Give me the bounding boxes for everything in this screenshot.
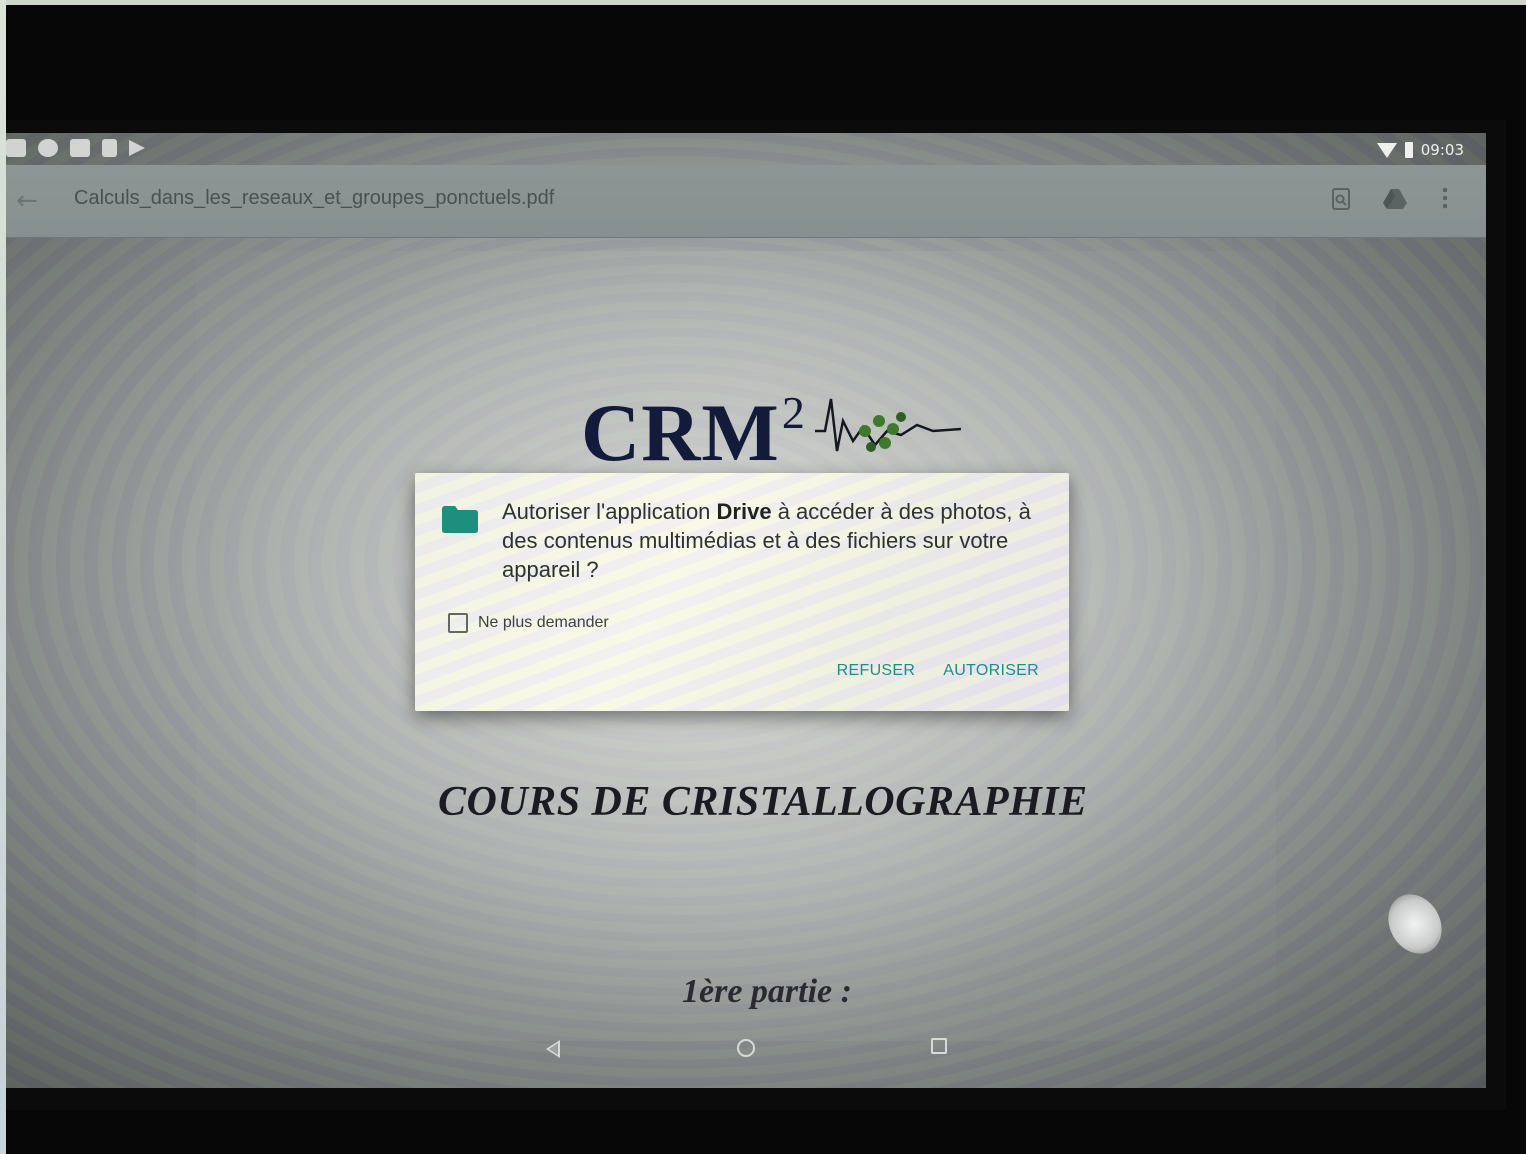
logo-superscript: 2 <box>781 387 805 438</box>
status-bar: 09:03 <box>6 133 1486 165</box>
dont-ask-again-row[interactable]: Ne plus demander <box>448 613 609 633</box>
nav-recents-icon[interactable] <box>931 1038 947 1054</box>
cloud-icon <box>38 139 58 157</box>
mail-icon <box>6 139 26 157</box>
app-toolbar: ← Calculs_dans_les_reseaux_et_groupes_po… <box>6 165 1486 238</box>
deny-button[interactable]: REFUSER <box>837 662 916 680</box>
photo-edge <box>0 0 1526 5</box>
permission-dialog: Autoriser l'application Drive à accéder … <box>415 473 1069 711</box>
document-details-icon[interactable] <box>1330 187 1352 213</box>
tablet-screen: 09:03 ← Calculs_dans_les_reseaux_et_grou… <box>6 133 1486 1088</box>
system-status: 09:03 <box>1376 141 1464 159</box>
nav-home-icon[interactable] <box>737 1039 755 1057</box>
course-title: COURS DE CRISTALLOGRAPHIE <box>438 779 1088 825</box>
dont-ask-again-checkbox[interactable] <box>448 613 468 633</box>
sd-card-icon <box>102 139 117 157</box>
folder-icon <box>442 506 478 533</box>
notification-icons <box>6 139 145 157</box>
clock: 09:03 <box>1420 141 1464 159</box>
play-store-icon <box>129 140 145 156</box>
nav-back-icon[interactable] <box>546 1040 560 1058</box>
logo-text: CRM <box>581 387 780 478</box>
arrow-back-icon[interactable]: ← <box>16 187 44 215</box>
dont-ask-again-label[interactable]: Ne plus demander <box>478 614 609 632</box>
dialog-app-name: Drive <box>716 499 772 524</box>
crm2-logo: CRM 2 <box>581 383 962 483</box>
add-to-drive-icon[interactable] <box>1382 187 1407 213</box>
dialog-buttons: REFUSER AUTORISER <box>837 662 1039 680</box>
molecule-wave-graphic <box>815 398 962 452</box>
wifi-icon <box>1376 142 1397 158</box>
part-label: 1ère partie : <box>682 973 852 1010</box>
square-icon <box>70 139 90 157</box>
toolbar-actions <box>1330 187 1456 213</box>
navigation-bar <box>6 1028 1486 1078</box>
document-title: Calculs_dans_les_reseaux_et_groupes_ponc… <box>74 187 555 209</box>
allow-button[interactable]: AUTORISER <box>943 662 1039 680</box>
battery-icon <box>1404 142 1413 158</box>
more-vert-icon[interactable] <box>1434 187 1456 213</box>
light-reflection <box>1377 884 1453 964</box>
dialog-message-prefix: Autoriser l'application <box>502 499 717 524</box>
dialog-message: Autoriser l'application Drive à accéder … <box>502 497 1050 584</box>
